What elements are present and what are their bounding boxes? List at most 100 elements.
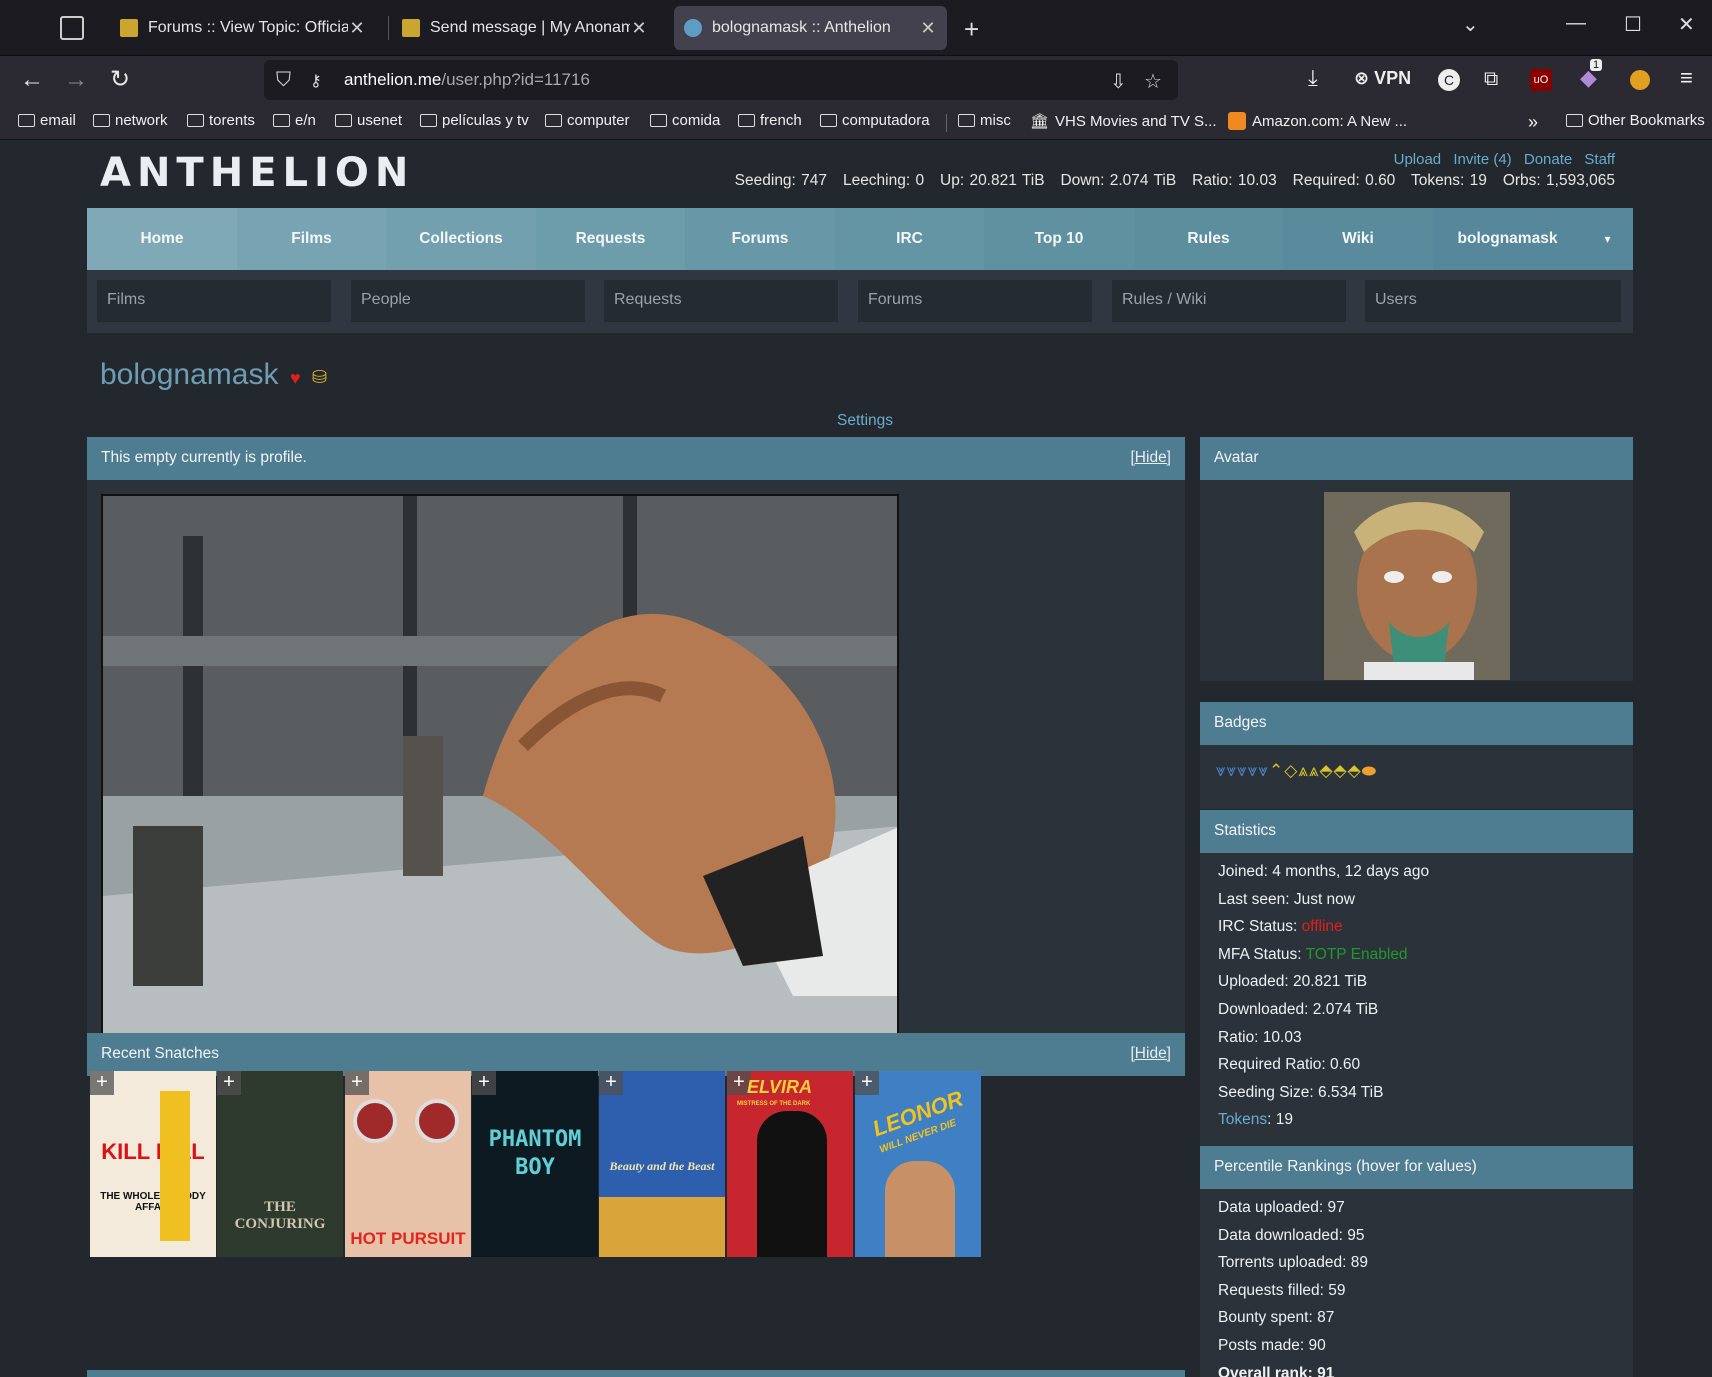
bookmark-network[interactable]: network (93, 112, 168, 129)
stat-irc: IRC Status: offline (1218, 918, 1343, 936)
tokens-link[interactable]: Tokens (1218, 1111, 1267, 1128)
tab-anthelion[interactable]: bolognamask :: Anthelion ✕ (674, 6, 947, 50)
snatch-poster[interactable]: + LEONOR WILL NEVER DIE (855, 1071, 981, 1257)
list-all-tabs-icon[interactable]: ⌄ (1462, 12, 1479, 37)
percentile-data-uploaded: Data uploaded: 97 (1218, 1199, 1345, 1216)
site-logo[interactable]: ANTHELION (100, 150, 414, 196)
minimize-icon[interactable]: — (1566, 12, 1586, 35)
other-bookmarks[interactable]: Other Bookmarks (1566, 112, 1705, 129)
search-requests-input[interactable]: Requests (604, 280, 838, 322)
goggle-lens (415, 1099, 459, 1143)
bookmark-vhs[interactable]: 🏛 VHS Movies and TV S... (1030, 112, 1217, 131)
menu-forums[interactable]: Forums (685, 208, 835, 270)
bookmark-comida[interactable]: comida (650, 112, 720, 129)
snatch-poster[interactable]: + HOT PURSUIT (345, 1071, 471, 1257)
extension-badge: 1 (1590, 59, 1603, 71)
search-forums-input[interactable]: Forums (858, 280, 1092, 322)
vpn-button[interactable]: ⊗ VPN (1354, 68, 1411, 89)
shield-icon[interactable]: ⛉ (276, 69, 291, 92)
snatch-poster[interactable]: + Beauty and the Beast (599, 1071, 725, 1257)
browser-tab-strip: Forums :: View Topic: Official Intr ✕ Se… (0, 0, 1712, 56)
menu-user[interactable]: bolognamask (1433, 208, 1582, 270)
mam-favicon-icon (120, 19, 138, 37)
menu-rules[interactable]: Rules (1134, 208, 1283, 270)
url-bar[interactable]: ⛉ ⚷ anthelion.me/user.php?id=11716 ⇩ ☆ (264, 60, 1178, 100)
bookmark-torents[interactable]: torents (187, 112, 255, 129)
menu-requests[interactable]: Requests (536, 208, 685, 270)
snatch-poster[interactable]: + ELVIRA MISTRESS OF THE DARK (727, 1071, 853, 1257)
snatch-poster[interactable]: + KILL BILL THE WHOLE BLOODY AFFAIR (90, 1071, 216, 1257)
save-page-icon[interactable]: ⇩ (1110, 69, 1127, 94)
avatar-image (1324, 492, 1510, 680)
staff-link[interactable]: Staff (1584, 151, 1615, 168)
menu-collections[interactable]: Collections (386, 208, 536, 270)
bookmark-usenet[interactable]: usenet (335, 112, 402, 129)
invite-link[interactable]: Invite (4) (1453, 151, 1511, 168)
tab-forums[interactable]: Forums :: View Topic: Official Intr ✕ (110, 6, 376, 50)
hide-profile-link[interactable]: [Hide] (1131, 449, 1172, 467)
bookmark-peliculas[interactable]: películas y tv (420, 112, 529, 129)
c-extension-icon[interactable]: C (1438, 69, 1460, 91)
add-icon[interactable]: + (472, 1071, 496, 1095)
badges-list: ⩔⩔⩔⩔⩔⌃◇⩓⩓⬘⬘⬘⬬ (1216, 761, 1377, 781)
more-bookmarks-icon[interactable]: » (1528, 112, 1538, 133)
add-icon[interactable]: + (345, 1071, 369, 1095)
downloads-icon[interactable]: ⤓ (1308, 65, 1318, 91)
ublock-icon[interactable]: uO (1530, 69, 1552, 91)
bookmark-en[interactable]: e/n (273, 112, 316, 129)
bookmark-misc[interactable]: misc (958, 112, 1011, 129)
folder-icon (958, 114, 975, 127)
close-tab-icon[interactable]: ✕ (348, 18, 366, 39)
search-users-input[interactable]: Users (1365, 280, 1621, 322)
add-icon[interactable]: + (599, 1071, 623, 1095)
close-tab-icon[interactable]: ✕ (630, 18, 648, 39)
monkey-extension-icon[interactable] (1630, 70, 1650, 90)
donate-link[interactable]: Donate (1524, 151, 1572, 168)
snatch-poster[interactable]: + PHANTOM BOY (472, 1071, 598, 1257)
search-rules-wiki-input[interactable]: Rules / Wiki (1112, 280, 1346, 322)
menu-top10[interactable]: Top 10 (984, 208, 1134, 270)
rank-badge-icon: ⛁ (312, 367, 328, 387)
add-icon[interactable]: + (90, 1071, 114, 1095)
tab-send-message[interactable]: Send message | My Anonamouse ✕ (392, 6, 658, 50)
percentile-requests-filled: Requests filled: 59 (1218, 1281, 1346, 1299)
bookmark-star-icon[interactable]: ☆ (1144, 69, 1162, 94)
folder-icon (335, 114, 352, 127)
back-icon[interactable]: ← (20, 67, 44, 93)
url-text[interactable]: anthelion.me/user.php?id=11716 (344, 70, 590, 90)
snatch-poster[interactable]: + THE CONJURING (217, 1071, 343, 1257)
maximize-icon[interactable]: ☐ (1624, 12, 1642, 37)
add-icon[interactable]: + (217, 1071, 241, 1095)
bookmark-amazon[interactable]: Amazon.com: A New ... (1228, 112, 1407, 130)
menu-irc[interactable]: IRC (835, 208, 984, 270)
bookmark-computadora[interactable]: computadora (820, 112, 930, 129)
search-people-input[interactable]: People (351, 280, 585, 322)
hamburger-menu-icon[interactable]: ≡ (1680, 65, 1693, 91)
badges-header: Badges (1200, 702, 1633, 745)
search-films-input[interactable]: Films (97, 280, 331, 322)
browser-nav-bar: ← → ↻ ⛉ ⚷ anthelion.me/user.php?id=11716… (0, 56, 1712, 106)
upload-link[interactable]: Upload (1394, 151, 1442, 168)
reload-icon[interactable]: ↻ (110, 67, 130, 93)
add-icon[interactable]: + (855, 1071, 879, 1095)
menu-films[interactable]: Films (237, 208, 386, 270)
tab-list-icon[interactable] (60, 16, 84, 40)
bookmark-computer[interactable]: computer (545, 112, 630, 129)
close-tab-icon[interactable]: ✕ (919, 18, 937, 39)
bookmark-french[interactable]: french (738, 112, 802, 129)
site-permissions-icon[interactable]: ⚷ (310, 71, 322, 91)
new-tab-icon[interactable]: + (964, 14, 979, 45)
donor-heart-icon: ♥ (290, 368, 301, 388)
settings-link[interactable]: Settings (837, 412, 893, 430)
forward-icon[interactable]: → (64, 67, 88, 93)
menu-home[interactable]: Home (87, 208, 237, 270)
bookmark-email[interactable]: email (18, 112, 76, 129)
user-stats-bar: Seeding: 747 Leeching: 0 Up: 20.821 TiB … (734, 172, 1615, 189)
poster-title: PHANTOM BOY (488, 1127, 582, 1180)
figure-shape (885, 1161, 955, 1257)
menu-wiki[interactable]: Wiki (1283, 208, 1433, 270)
extensions-puzzle-icon[interactable]: ⧉ (1484, 68, 1498, 91)
close-window-icon[interactable]: ✕ (1678, 12, 1695, 37)
avatar-body (1200, 480, 1633, 681)
menu-dropdown-caret[interactable]: ▾ (1582, 208, 1633, 270)
